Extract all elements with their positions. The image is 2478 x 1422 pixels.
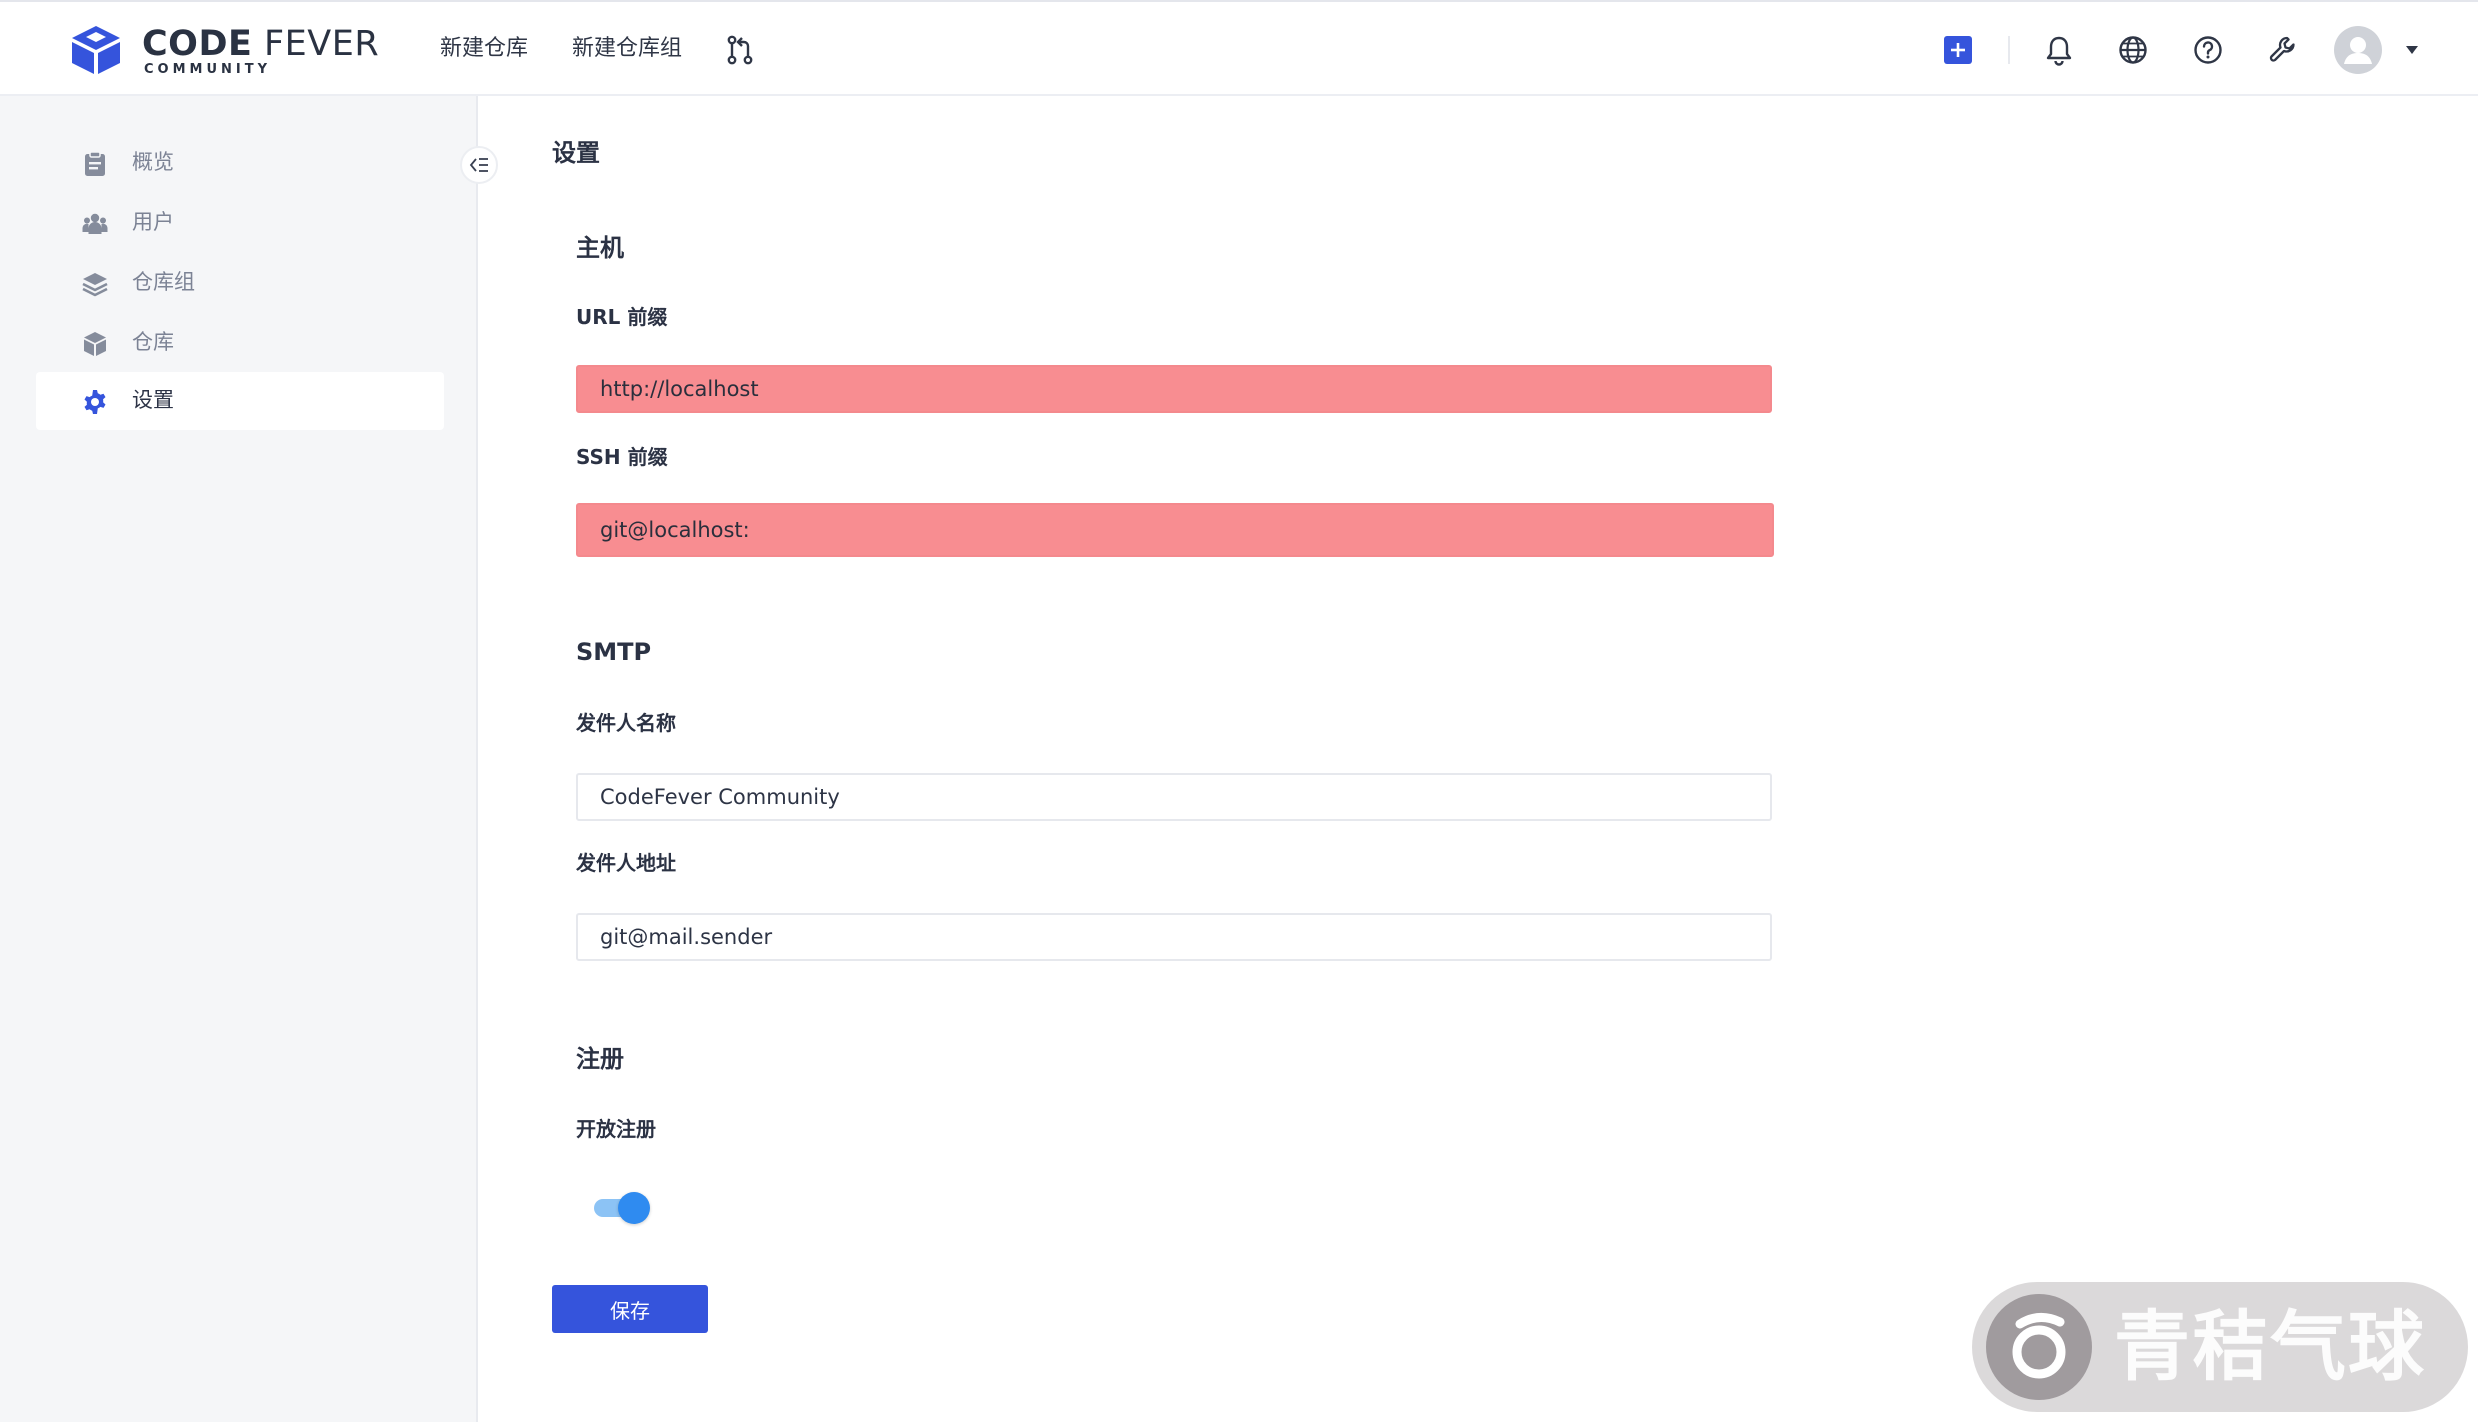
nav-new-repo-group[interactable]: 新建仓库组 — [572, 34, 682, 64]
save-button[interactable]: 保存 — [552, 1285, 708, 1333]
sidebar-item-label: 设置 — [132, 388, 174, 412]
avatar-icon[interactable] — [2334, 26, 2382, 74]
brand-subtitle: COMMUNITY — [144, 62, 272, 77]
url-prefix-label: URL 前缀 — [576, 305, 668, 329]
help-icon[interactable] — [2193, 35, 2223, 65]
clipboard-icon — [85, 151, 105, 176]
nav-new-repo[interactable]: 新建仓库 — [440, 34, 528, 64]
wrench-icon[interactable] — [2268, 35, 2298, 65]
ssh-prefix-label: SSH 前缀 — [576, 445, 668, 469]
watermark: 青秸气球 — [1972, 1282, 2468, 1412]
gear-icon — [84, 390, 106, 414]
open-register-label: 开放注册 — [576, 1117, 656, 1141]
watermark-text: 青秸气球 — [2114, 1302, 2426, 1391]
sidebar: 概览 用户 仓库组 仓库 设置 — [0, 96, 478, 1422]
pull-request-icon[interactable] — [724, 34, 756, 66]
toggle-knob — [618, 1192, 650, 1224]
sidebar-item-settings[interactable]: 设置 — [36, 372, 444, 430]
sender-address-input[interactable] — [576, 913, 1772, 961]
sidebar-item-label: 仓库 — [132, 330, 174, 354]
section-title-register: 注册 — [576, 1045, 624, 1073]
sender-name-label: 发件人名称 — [576, 711, 676, 735]
plus-square-icon[interactable] — [1944, 36, 1972, 64]
ssh-prefix-input[interactable] — [576, 503, 1774, 557]
sidebar-item-label: 用户 — [132, 210, 174, 234]
brand-title: CODE FEVER — [142, 24, 380, 64]
sidebar-item-users[interactable]: 用户 — [36, 194, 444, 252]
users-icon — [82, 213, 108, 234]
cube-icon — [84, 332, 106, 356]
sidebar-item-repos[interactable]: 仓库 — [36, 314, 444, 372]
sidebar-item-label: 仓库组 — [132, 270, 195, 294]
collapse-menu-icon — [469, 158, 488, 172]
sidebar-collapse-button[interactable] — [460, 146, 498, 184]
globe-icon[interactable] — [2118, 35, 2148, 65]
codefever-logo-icon — [72, 26, 120, 74]
section-title-host: 主机 — [576, 234, 624, 262]
page-title: 设置 — [552, 139, 600, 167]
caret-down-icon[interactable] — [2404, 44, 2420, 56]
watermark-logo-icon — [1986, 1294, 2092, 1400]
sender-address-label: 发件人地址 — [576, 851, 676, 875]
top-header: CODE FEVER COMMUNITY 新建仓库 新建仓库组 — [0, 0, 2478, 96]
sidebar-item-overview[interactable]: 概览 — [36, 134, 444, 192]
open-register-toggle[interactable] — [592, 1192, 652, 1224]
bell-icon[interactable] — [2044, 34, 2074, 66]
layers-icon — [82, 273, 108, 297]
sidebar-item-repo-groups[interactable]: 仓库组 — [36, 254, 444, 312]
url-prefix-input[interactable] — [576, 365, 1772, 413]
sender-name-input[interactable] — [576, 773, 1772, 821]
header-divider — [2008, 36, 2010, 64]
brand-logo[interactable]: CODE FEVER COMMUNITY — [68, 24, 379, 80]
sidebar-item-label: 概览 — [132, 150, 174, 174]
section-title-smtp: SMTP — [576, 638, 652, 666]
